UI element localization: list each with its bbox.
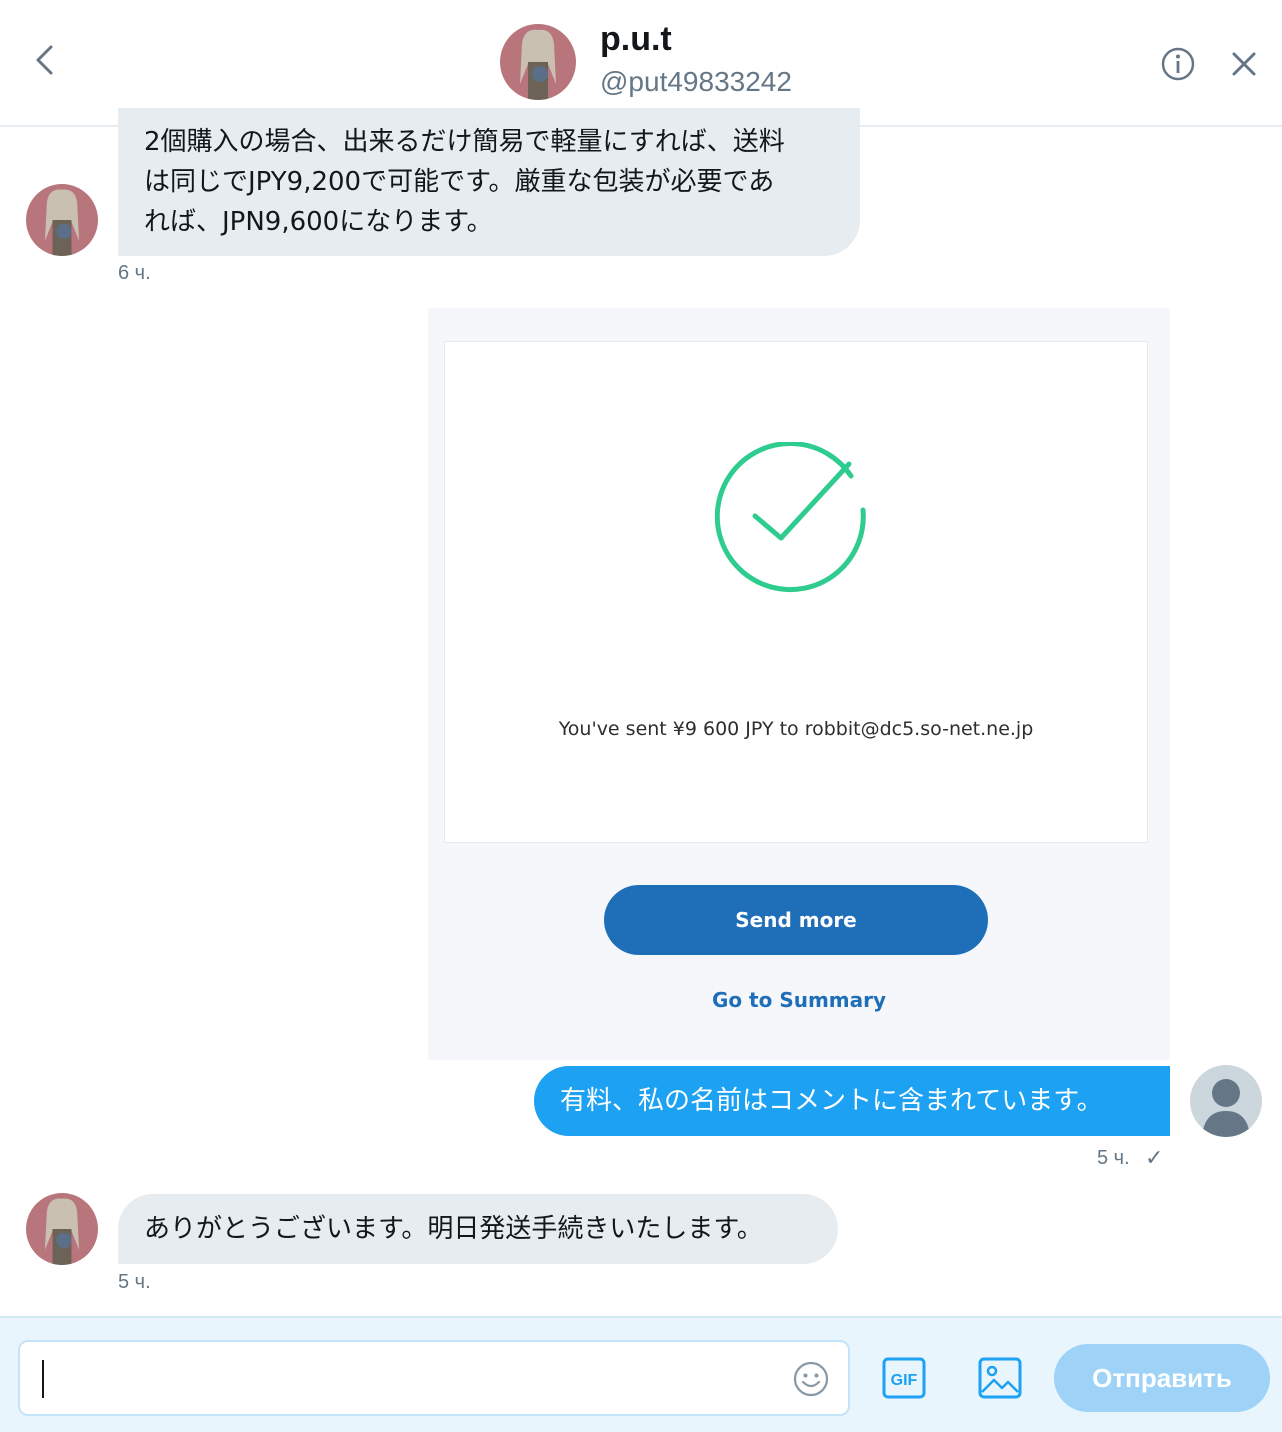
message-timestamp: 5 ч.: [1097, 1147, 1130, 1169]
screen-name[interactable]: @put49833242: [600, 66, 792, 98]
close-button[interactable]: [1224, 44, 1264, 84]
send-more-button[interactable]: Send more: [604, 885, 988, 955]
chevron-left-icon: [36, 45, 53, 75]
avatar[interactable]: [26, 1193, 98, 1265]
info-button[interactable]: [1158, 44, 1198, 84]
avatar[interactable]: [1190, 1065, 1262, 1137]
payment-confirmation-panel: You've sent ¥9 600 JPY to robbit@dc5.so-…: [444, 341, 1148, 843]
info-icon: [1161, 47, 1195, 81]
image-icon: [978, 1357, 1022, 1399]
message-text-line: れば、JPN9,600になります。: [144, 207, 493, 237]
avatar[interactable]: [500, 24, 576, 100]
message-bubble-outgoing[interactable]: 有料、私の名前はコメントに含まれています。: [534, 1066, 1170, 1136]
success-check-icon: [715, 442, 866, 593]
gif-button[interactable]: GIF: [882, 1356, 926, 1400]
message-text-line: 2個購入の場合、出来るだけ簡易で軽量にすれば、送料: [144, 127, 785, 157]
smiley-icon: [793, 1361, 829, 1397]
close-icon: [1232, 52, 1256, 76]
message-timestamp: 5 ч.: [118, 1271, 151, 1293]
go-to-summary-link[interactable]: Go to Summary: [428, 988, 1170, 1012]
message-bubble-incoming[interactable]: 2個購入の場合、出来るだけ簡易で軽量にすれば、送料 は同じでJPY9,200で可…: [118, 108, 860, 256]
gif-icon: GIF: [882, 1357, 926, 1399]
payment-confirmation-card[interactable]: You've sent ¥9 600 JPY to robbit@dc5.so-…: [428, 308, 1170, 1060]
avatar[interactable]: [26, 184, 98, 256]
read-check-icon: ✓: [1145, 1145, 1164, 1170]
text-caret: [42, 1360, 44, 1398]
message-text-line: は同じでJPY9,200で可能です。厳重な包装が必要であ: [144, 167, 775, 197]
message-text: ありがとうございます。明日発送手続きいたします。: [144, 1214, 763, 1244]
message-timestamp: 6 ч.: [118, 262, 151, 284]
message-input[interactable]: [18, 1340, 850, 1416]
message-text: 有料、私の名前はコメントに含まれています。: [560, 1086, 1103, 1116]
display-name[interactable]: p.u.t: [600, 20, 672, 59]
message-composer: GIF Отправить: [0, 1316, 1282, 1432]
message-bubble-incoming[interactable]: ありがとうございます。明日発送手続きいたします。: [118, 1194, 838, 1264]
send-button[interactable]: Отправить: [1054, 1344, 1270, 1412]
emoji-button[interactable]: [792, 1360, 830, 1398]
back-button[interactable]: [24, 38, 64, 82]
media-button[interactable]: [978, 1356, 1022, 1400]
gif-icon-label: GIF: [891, 1372, 918, 1389]
payment-sent-text: You've sent ¥9 600 JPY to robbit@dc5.so-…: [558, 718, 1034, 740]
